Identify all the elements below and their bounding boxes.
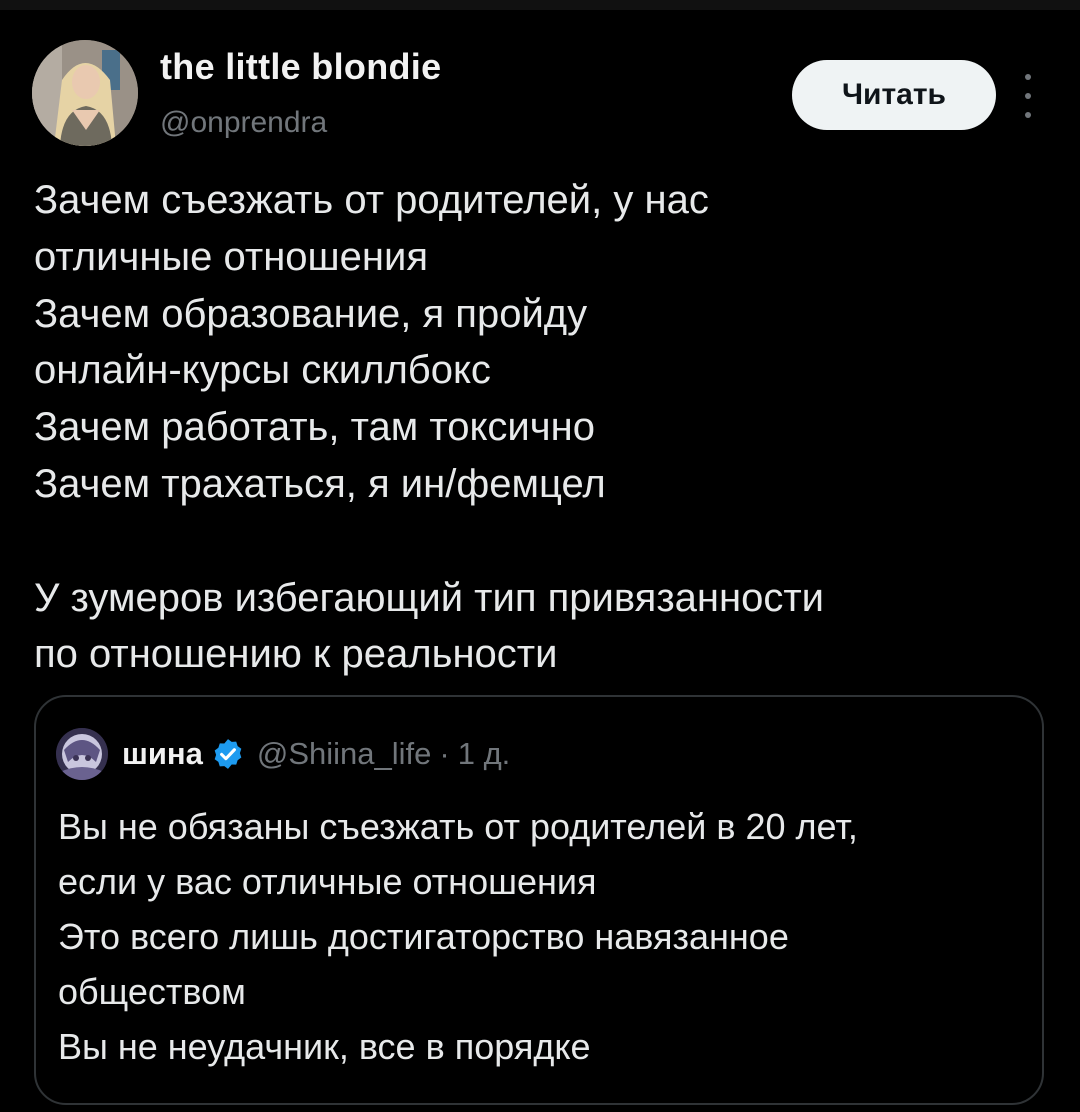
profile-photo-icon	[32, 40, 138, 146]
anime-avatar-icon	[56, 728, 108, 780]
quoted-author-name[interactable]: шина	[122, 736, 203, 772]
tweet-line: Зачем работать, там токсично	[34, 405, 595, 450]
tweet-line: Зачем трахаться, я ин/фемцел	[34, 461, 606, 506]
dot-separator: ·	[439, 736, 450, 771]
verified-badge-icon	[214, 739, 242, 769]
quoted-tweet-line: Вы не обязаны съезжать от родителей в 20…	[58, 806, 858, 847]
quoted-tweet-line: Вы не неудачник, все в порядке	[58, 1026, 591, 1067]
quoted-author-avatar[interactable]	[56, 728, 108, 780]
author-handle[interactable]: @onprendra	[160, 106, 327, 140]
quoted-tweet-line: если у вас отличные отношения	[58, 861, 597, 902]
more-dot	[1025, 74, 1031, 80]
tweet-blank-line	[34, 513, 1044, 570]
tweet-line: У зумеров избегающий тип привязанности	[34, 575, 824, 620]
tweet-line: Зачем съезжать от родителей, у нас	[34, 178, 709, 222]
tweet-line: Зачем образование, я пройду	[34, 291, 588, 336]
more-dot	[1025, 112, 1031, 118]
quoted-tweet-header: шина @Shiina_life · 1 д.	[56, 727, 510, 781]
tweet-line: по отношению к реальности	[34, 632, 558, 677]
quoted-author-handle[interactable]: @Shiina_life	[257, 736, 432, 772]
author-display-name[interactable]: the little blondie	[160, 46, 441, 88]
quoted-tweet-card[interactable]: шина @Shiina_life · 1 д. Вы не обязаны с…	[34, 695, 1044, 1105]
tweet-line: отличные отношения	[34, 234, 428, 279]
author-avatar[interactable]	[32, 40, 138, 146]
quoted-tweet-line: Это всего лишь достигаторство навязанное	[58, 916, 789, 957]
quoted-tweet-line: обществом	[58, 971, 246, 1012]
quoted-tweet-time[interactable]: 1 д.	[458, 736, 511, 772]
follow-button[interactable]: Читать	[792, 60, 996, 130]
tweet-line: онлайн-курсы скиллбокс	[34, 348, 491, 393]
more-vertical-icon[interactable]	[1014, 74, 1042, 118]
quoted-tweet-text: Вы не обязаны съезжать от родителей в 20…	[58, 799, 1038, 1074]
top-edge-strip	[0, 0, 1080, 10]
more-dot	[1025, 93, 1031, 99]
tweet-text: Зачем съезжать от родителей, у нас отлич…	[34, 172, 1044, 683]
